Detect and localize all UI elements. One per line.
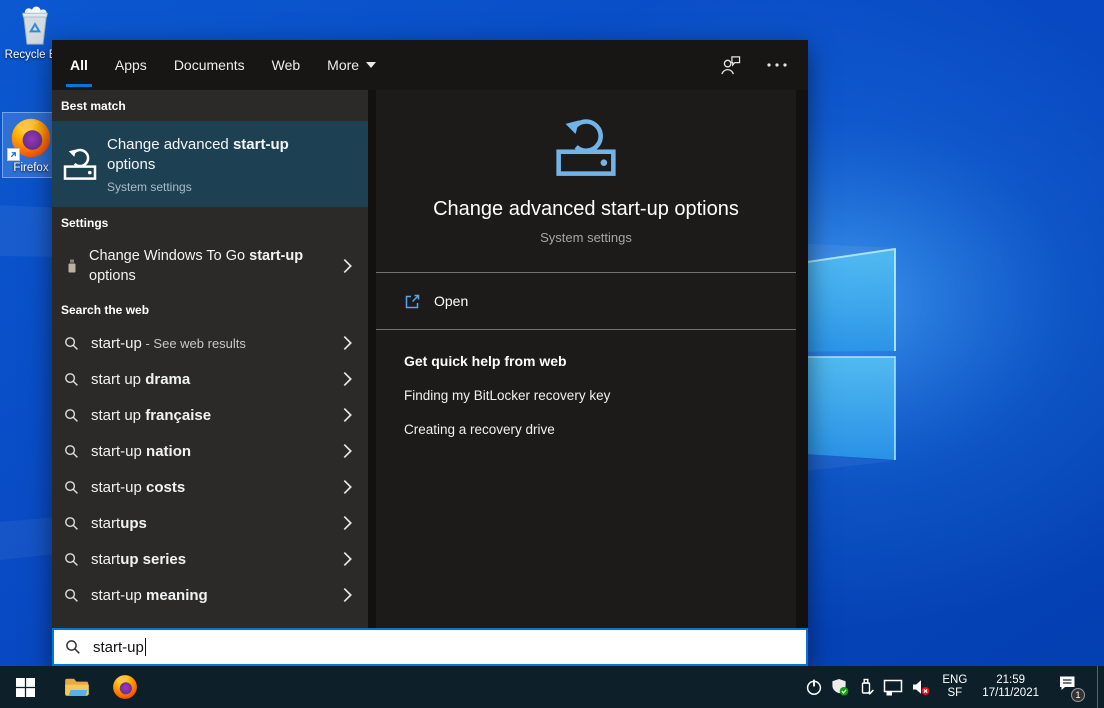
file-explorer-icon	[64, 676, 90, 698]
power-tray-icon[interactable]	[805, 678, 823, 696]
chevron-right-icon	[343, 336, 352, 351]
feedback-person-icon[interactable]	[719, 55, 742, 75]
section-settings: Settings	[52, 207, 368, 238]
suggestion-text: start-up meaning	[91, 587, 208, 604]
web-suggestion[interactable]: start-up nation	[52, 433, 368, 469]
taskbar: ENG SF 21:59 17/11/2021 1	[0, 666, 1104, 708]
web-suggestion[interactable]: start-up meaning	[52, 577, 368, 613]
preview-subtitle: System settings	[540, 230, 632, 245]
search-input[interactable]: start-up	[52, 628, 808, 666]
search-icon	[64, 552, 79, 567]
settings-result-title: Change Windows To Go start-up options	[89, 246, 307, 286]
tab-web[interactable]: Web	[272, 40, 301, 90]
windows-security-icon[interactable]	[831, 678, 849, 696]
search-icon	[65, 639, 81, 655]
time: 21:59	[982, 674, 1039, 688]
safely-remove-hardware-icon[interactable]	[857, 678, 875, 696]
notification-badge: 1	[1071, 688, 1085, 702]
chevron-right-icon	[343, 480, 352, 495]
search-icon	[64, 372, 79, 387]
chevron-right-icon	[343, 444, 352, 459]
section-best-match: Best match	[52, 90, 368, 121]
web-suggestion[interactable]: startup series	[52, 541, 368, 577]
chevron-right-icon	[343, 552, 352, 567]
search-icon	[64, 444, 79, 459]
suggestion-text: startup series	[91, 551, 186, 568]
windows-logo-icon	[16, 678, 35, 697]
chevron-right-icon	[343, 372, 352, 387]
web-suggestion[interactable]: start up française	[52, 397, 368, 433]
network-icon[interactable]	[883, 678, 903, 696]
best-match-result[interactable]: Change advanced start-up options System …	[52, 121, 368, 207]
tab-apps[interactable]: Apps	[115, 40, 147, 90]
start-button[interactable]	[2, 666, 48, 708]
help-section-header: Get quick help from web	[404, 353, 768, 369]
help-link-bitlocker[interactable]: Finding my BitLocker recovery key	[404, 388, 768, 403]
best-match-subtitle: System settings	[107, 180, 303, 194]
tab-documents[interactable]: Documents	[174, 40, 245, 90]
preview-panel: Change advanced start-up options System …	[376, 90, 796, 628]
keyboard-layout: SF	[942, 687, 967, 700]
help-link-recovery-drive[interactable]: Creating a recovery drive	[404, 422, 768, 437]
recycle-bin-icon	[17, 6, 53, 46]
chevron-down-icon	[366, 62, 376, 68]
open-action[interactable]: Open	[376, 273, 796, 329]
chevron-right-icon	[343, 408, 352, 423]
open-label: Open	[434, 293, 468, 309]
open-external-icon	[404, 293, 421, 310]
tab-all[interactable]: All	[70, 40, 88, 90]
chevron-right-icon	[343, 516, 352, 531]
shortcut-arrow-icon	[7, 148, 20, 161]
taskbar-file-explorer[interactable]	[54, 666, 100, 708]
search-icon	[64, 480, 79, 495]
chevron-right-icon	[343, 259, 352, 274]
web-suggestion[interactable]: start-up costs	[52, 469, 368, 505]
search-icon	[64, 336, 79, 351]
system-tray: ENG SF 21:59 17/11/2021 1	[805, 666, 1104, 708]
windows-to-go-icon	[64, 258, 80, 274]
text-caret	[145, 638, 146, 656]
more-options-ellipsis-icon[interactable]	[766, 62, 788, 68]
firefox-label: Firefox	[13, 162, 48, 174]
best-match-title: Change advanced start-up options	[107, 135, 303, 175]
search-icon	[64, 408, 79, 423]
settings-result[interactable]: Change Windows To Go start-up options	[52, 238, 368, 294]
language-indicator[interactable]: ENG SF	[939, 674, 970, 700]
divider	[376, 329, 796, 330]
suggestion-text: start up française	[91, 407, 211, 424]
show-desktop-button[interactable]	[1097, 666, 1100, 708]
search-flyout: All Apps Documents Web More Best match C…	[52, 40, 808, 666]
search-icon	[64, 588, 79, 603]
action-center-button[interactable]: 1	[1057, 674, 1083, 700]
taskbar-firefox[interactable]	[102, 666, 148, 708]
search-icon	[64, 516, 79, 531]
section-search-the-web: Search the web	[52, 294, 368, 325]
firefox-icon	[112, 674, 138, 700]
web-suggestion[interactable]: start-up - See web results	[52, 325, 368, 361]
web-suggestion[interactable]: startups	[52, 505, 368, 541]
tab-more[interactable]: More	[327, 40, 376, 90]
search-tabs-bar: All Apps Documents Web More	[52, 40, 808, 90]
clock[interactable]: 21:59 17/11/2021	[978, 674, 1043, 701]
web-suggestion[interactable]: start up drama	[52, 361, 368, 397]
date: 17/11/2021	[982, 687, 1039, 701]
search-input-value: start-up	[93, 639, 144, 656]
volume-muted-icon[interactable]	[911, 678, 931, 696]
chevron-right-icon	[343, 588, 352, 603]
divider	[376, 272, 796, 273]
advanced-startup-icon	[63, 147, 97, 181]
suggestion-text: start-up - See web results	[91, 335, 246, 352]
preview-title: Change advanced start-up options	[433, 198, 739, 221]
results-list: Best match Change advanced start-up opti…	[52, 90, 368, 628]
suggestion-text: start-up nation	[91, 443, 191, 460]
language-code: ENG	[942, 674, 967, 687]
suggestion-text: start up drama	[91, 371, 190, 388]
suggestion-text: startups	[91, 515, 147, 532]
advanced-startup-icon-large	[555, 116, 617, 178]
suggestion-text: start-up costs	[91, 479, 185, 496]
